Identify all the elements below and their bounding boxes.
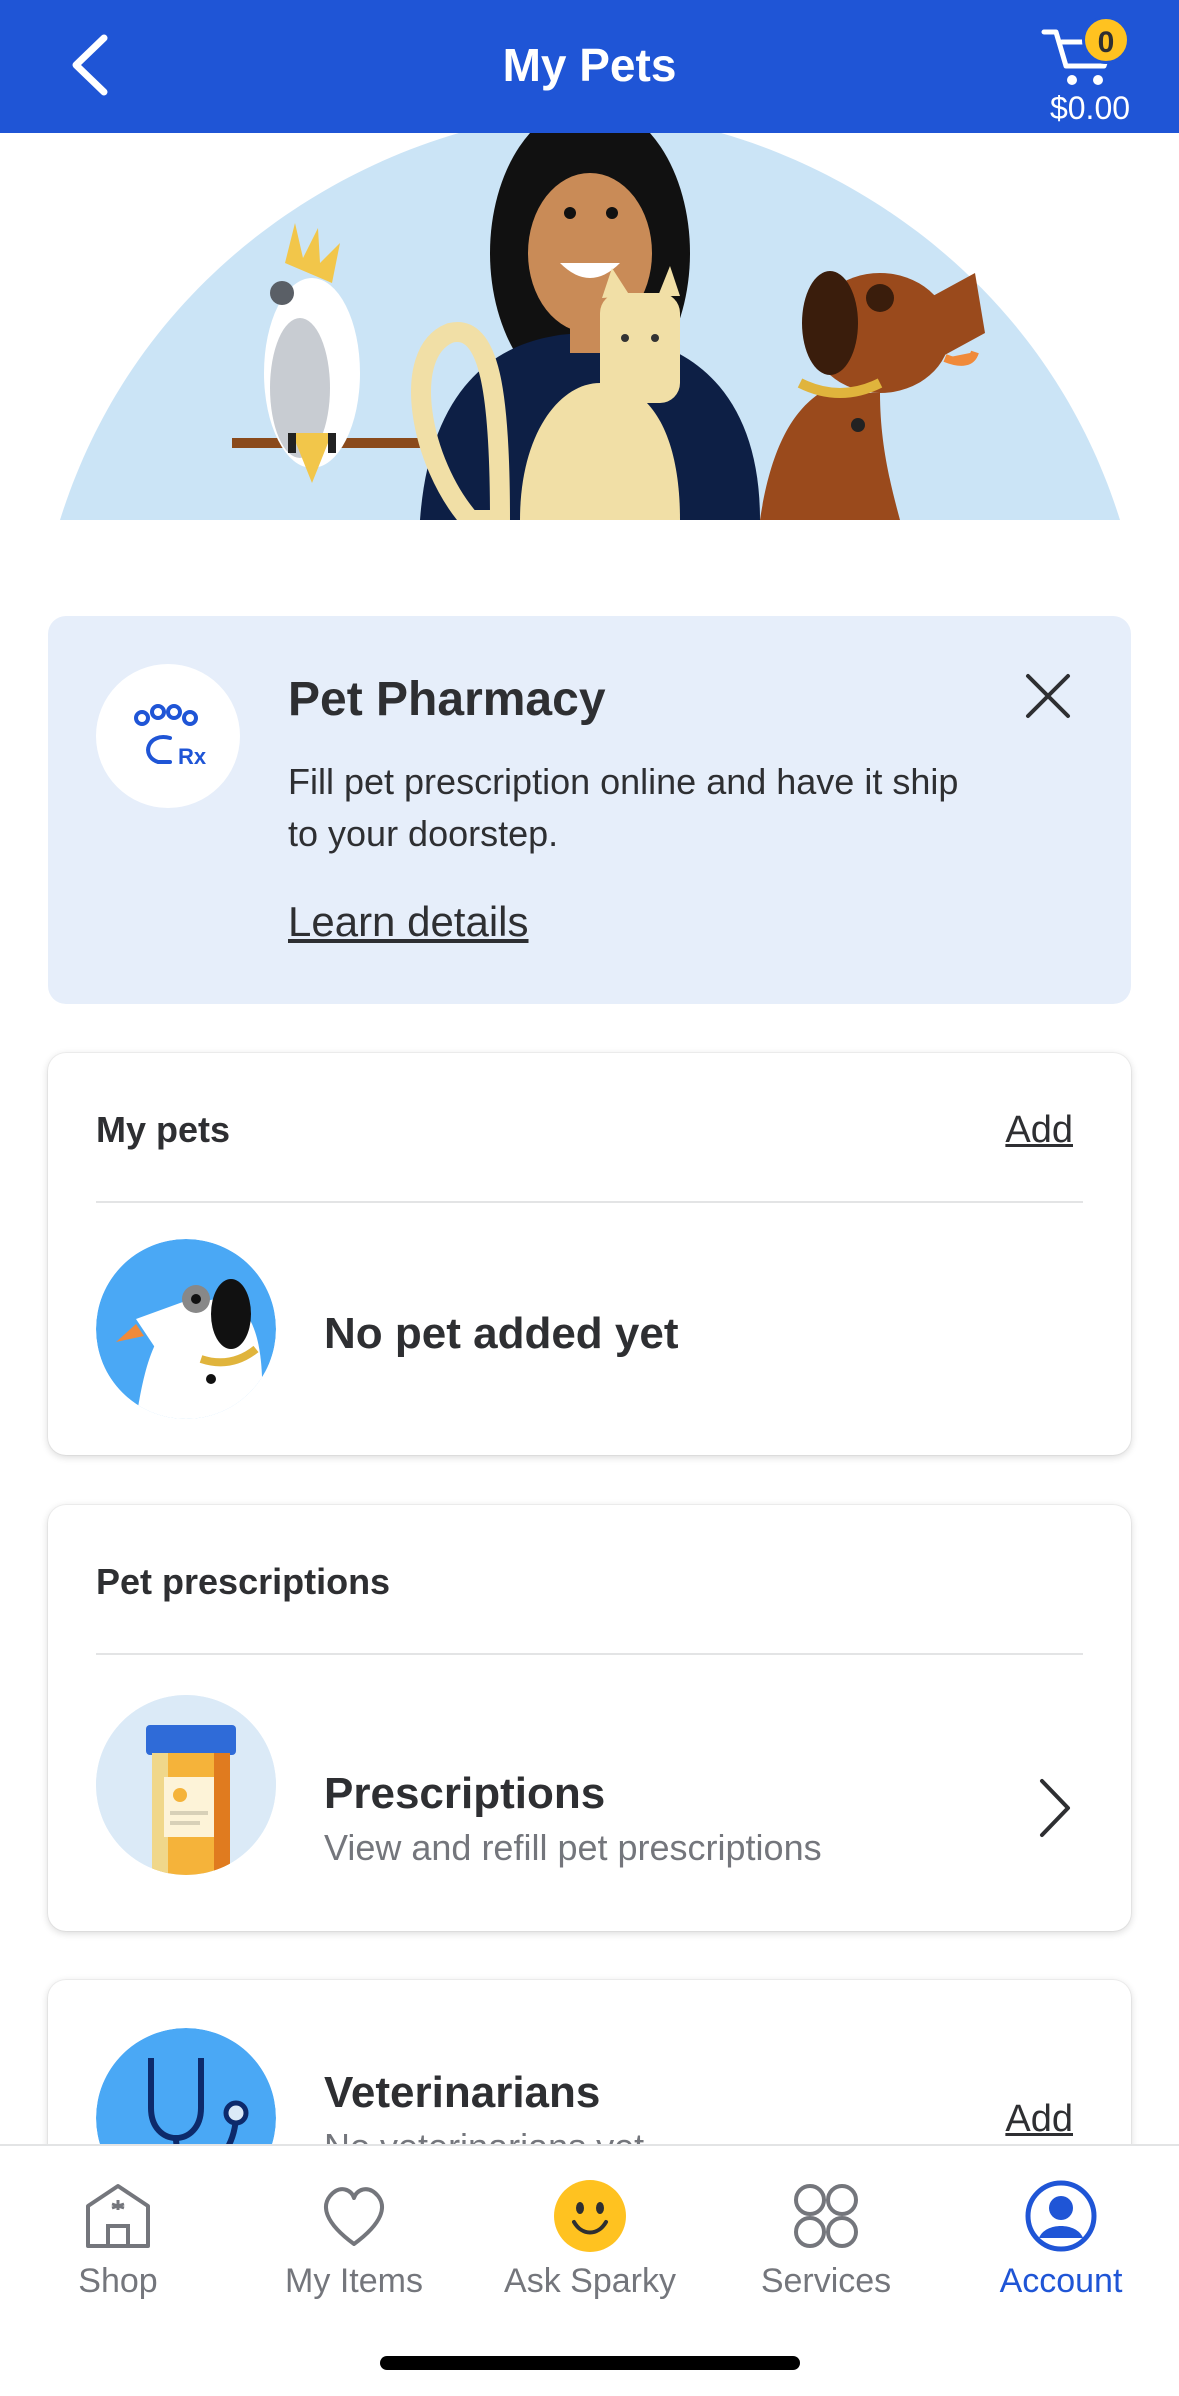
add-pet-link[interactable]: Add	[1005, 1109, 1073, 1152]
pill-bottle-icon	[96, 1695, 276, 1875]
pet-prescriptions-card: Pet prescriptions Prescriptions View and…	[48, 1505, 1131, 1931]
svg-text:Rx: Rx	[178, 744, 207, 769]
cart-button[interactable]: 0 $0.00	[1020, 12, 1160, 127]
nav-label: Ask Sparky	[504, 2262, 676, 2300]
prescriptions-subtitle: View and refill pet prescriptions	[324, 1827, 822, 1868]
pet-pharmacy-promo: Rx Pet Pharmacy Fill pet prescription on…	[48, 616, 1131, 1004]
prescriptions-row[interactable]: Prescriptions View and refill pet prescr…	[48, 1655, 1131, 1931]
nav-my-items[interactable]: My Items	[236, 2176, 472, 2326]
cart-count-badge: 0	[1082, 16, 1130, 64]
veterinarians-title: Veterinarians	[324, 2068, 601, 2117]
cart-total: $0.00	[1049, 90, 1131, 126]
grid-circles-icon	[794, 2184, 858, 2248]
heart-icon	[324, 2187, 384, 2246]
close-button[interactable]	[1020, 668, 1076, 724]
paw-rx-icon: Rx	[96, 664, 240, 808]
nav-label: Shop	[78, 2262, 158, 2300]
store-icon	[86, 2184, 150, 2248]
hero-illustration	[0, 133, 1179, 520]
prescriptions-title: Prescriptions	[324, 1769, 606, 1818]
sparky-smile-icon	[554, 2180, 626, 2252]
nav-label: Account	[999, 2262, 1123, 2300]
dog-avatar	[96, 1239, 276, 1419]
close-icon	[1026, 674, 1070, 718]
app-header: My Pets 0 $0.00	[0, 0, 1179, 133]
nav-account[interactable]: Account	[943, 2176, 1179, 2326]
nav-label: Services	[760, 2262, 892, 2300]
learn-details-link[interactable]: Learn details	[288, 898, 529, 946]
chevron-right-icon	[1028, 1773, 1078, 1843]
divider	[96, 1201, 1083, 1203]
nav-shop[interactable]: Shop	[0, 2176, 236, 2326]
my-pets-heading: My pets	[96, 1109, 231, 1150]
add-veterinarian-link[interactable]: Add	[1005, 2098, 1073, 2141]
my-pets-card: My pets Add No pet added yet	[48, 1053, 1131, 1455]
home-indicator	[380, 2356, 800, 2370]
account-icon	[1025, 2180, 1097, 2252]
empty-pets-text: No pet added yet	[324, 1309, 679, 1358]
nav-label: My Items	[285, 2262, 423, 2300]
pet-prescriptions-heading: Pet prescriptions	[96, 1561, 391, 1602]
nav-services[interactable]: Services	[708, 2176, 944, 2326]
promo-title: Pet Pharmacy	[288, 673, 606, 726]
nav-ask-sparky[interactable]: Ask Sparky	[472, 2176, 708, 2326]
promo-description: Fill pet prescription online and have it…	[288, 761, 959, 854]
page-title: My Pets	[502, 39, 677, 91]
